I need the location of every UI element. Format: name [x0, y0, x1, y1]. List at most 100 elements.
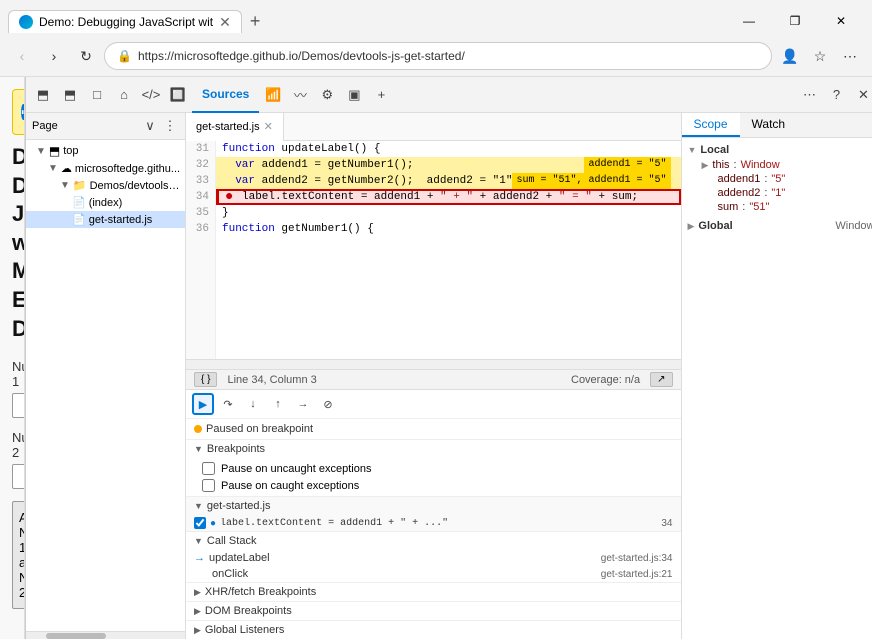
step-out-button[interactable]: ↑: [267, 393, 289, 415]
code-line-31[interactable]: function updateLabel() {: [216, 141, 681, 157]
refresh-button[interactable]: ↻: [72, 42, 100, 70]
sources-tab[interactable]: Sources: [192, 77, 259, 113]
favorites-button[interactable]: ☆: [806, 42, 834, 70]
pause-uncaught-row: Pause on uncaught exceptions: [202, 460, 665, 477]
console-tab[interactable]: </>: [138, 82, 164, 108]
devtools-toolbar: ⬒ ⬒ □ ⌂ </> 🔲 Sources 📶 〰 ⚙ ▣ + ⋯ ? ✕: [26, 77, 872, 113]
breakpoint-dot: ●: [225, 189, 233, 205]
local-header[interactable]: ▼ Local: [682, 142, 872, 158]
deactivate-button[interactable]: ⊘: [317, 393, 339, 415]
tree-more[interactable]: ⋮: [161, 117, 179, 135]
scope-addend2-val: "1": [771, 187, 785, 199]
tree-item-top[interactable]: ▼ ⬒ top: [26, 142, 185, 160]
code-line-33[interactable]: var addend2 = getNumber2(); addend2 = "1…: [216, 173, 681, 189]
tree-item-host[interactable]: ▼ ☁ microsoftedge.githu...: [26, 160, 185, 177]
code-line-35[interactable]: }: [216, 205, 681, 221]
global-label: Global Listeners: [205, 624, 285, 636]
tree-item-index[interactable]: 📄 (index): [26, 194, 185, 211]
back-button[interactable]: ‹: [8, 42, 36, 70]
scope-this-item: ▶ this : Window: [682, 158, 872, 172]
more-tools-button[interactable]: ⋯: [797, 82, 823, 108]
step-into-button[interactable]: ↓: [242, 393, 264, 415]
forward-button[interactable]: ›: [40, 42, 68, 70]
code-line-32[interactable]: var addend1 = getNumber1(); addend1 = "5…: [216, 157, 681, 173]
tree-collapse[interactable]: ∨: [141, 117, 159, 135]
call-file-1: get-started.js:21: [601, 569, 673, 580]
restore-button[interactable]: ❐: [772, 7, 818, 35]
scope-content: ▼ Local ▶ this : Window addend1 :: [682, 138, 872, 639]
tree-item-file[interactable]: 📄 get-started.js: [26, 211, 185, 228]
dom-arrow: ▶: [194, 606, 201, 617]
tree-item-folder[interactable]: ▼ 📁 Demos/devtools-...: [26, 177, 185, 194]
elements-tab[interactable]: □: [84, 82, 110, 108]
field2-input[interactable]: [12, 464, 25, 489]
xhr-header[interactable]: ▶ XHR/fetch Breakpoints: [186, 583, 681, 601]
layers-tab[interactable]: ▣: [341, 82, 367, 108]
bp-checkbox[interactable]: [194, 517, 206, 529]
callstack-section: ▼ Call Stack → updateLabel get-started.j…: [186, 531, 681, 582]
new-tab-button[interactable]: +: [242, 7, 269, 36]
code-debug-area: get-started.js ✕ 31 32 33 34 35 36: [186, 113, 681, 639]
coverage-toggle[interactable]: ↗: [650, 372, 672, 387]
global-arrow: ▶: [194, 625, 201, 636]
global-header[interactable]: ▶ Global Listeners: [186, 621, 681, 639]
address-bar[interactable]: 🔒 https://microsoftedge.github.io/Demos/…: [104, 42, 772, 70]
status-bar: { } Line 34, Column 3 Coverage: n/a ↗: [186, 369, 681, 389]
field1-input[interactable]: [12, 393, 25, 418]
callstack-item-1[interactable]: onClick get-started.js:21: [186, 566, 681, 582]
editor-tab-close[interactable]: ✕: [264, 120, 273, 133]
more-button[interactable]: ⋯: [836, 42, 864, 70]
performance-tab[interactable]: 〰: [287, 82, 313, 108]
bp-file-header[interactable]: ▼ get-started.js: [186, 497, 681, 515]
paused-status-text: Paused on breakpoint: [206, 423, 313, 435]
scope-tab-scope[interactable]: Scope: [682, 113, 740, 137]
code-scrollbar[interactable]: [186, 359, 681, 369]
callstack-header[interactable]: ▼ Call Stack: [186, 532, 681, 550]
inspect-button[interactable]: ⬒: [30, 82, 56, 108]
device-button[interactable]: ⬒: [57, 82, 83, 108]
bp-file-arrow: ▼: [194, 501, 203, 511]
scope-tab-watch[interactable]: Watch: [740, 113, 798, 137]
pause-status-dot: [194, 425, 202, 433]
call-fn-0: updateLabel: [209, 552, 597, 564]
wifi-icon[interactable]: 📶: [260, 82, 286, 108]
call-file-0: get-started.js:34: [601, 553, 673, 564]
home-tab[interactable]: ⌂: [111, 82, 137, 108]
bp-line-num: 34: [661, 518, 672, 529]
format-button[interactable]: { }: [194, 372, 217, 387]
pause-caught-row: Pause on caught exceptions: [202, 477, 665, 494]
step-button[interactable]: →: [292, 393, 314, 415]
resume-button[interactable]: ▶: [192, 393, 214, 415]
scope-addend1-val: "5": [771, 173, 785, 185]
scope-panel: Scope Watch ▼ Local ▶ this : Window: [681, 113, 872, 639]
breakpoints-header[interactable]: ▼ Breakpoints: [186, 440, 681, 458]
pause-uncaught-checkbox[interactable]: [202, 462, 215, 475]
scope-group-local: ▼ Local ▶ this : Window addend1 :: [682, 142, 872, 214]
step-over-button[interactable]: ↷: [217, 393, 239, 415]
pause-caught-checkbox[interactable]: [202, 479, 215, 492]
close-button[interactable]: ✕: [818, 7, 864, 35]
add-button[interactable]: Add Number 1 and Number 2: [12, 501, 25, 609]
line-num-32: 32: [192, 157, 209, 173]
scope-addend1-key: addend1: [718, 173, 761, 185]
profile-button[interactable]: 👤: [776, 42, 804, 70]
code-line-36[interactable]: function getNumber1() {: [216, 221, 681, 237]
tab-close-button[interactable]: ✕: [219, 15, 231, 29]
close-devtools-button[interactable]: ✕: [851, 82, 872, 108]
cursor-position: Line 34, Column 3: [227, 374, 316, 386]
callstack-item-0[interactable]: → updateLabel get-started.js:34: [186, 550, 681, 566]
line-num-36: 36: [192, 221, 209, 237]
minimize-button[interactable]: —: [726, 7, 772, 35]
editor-tab-file[interactable]: get-started.js ✕: [186, 113, 284, 141]
code-line-34[interactable]: ● label.textContent = addend1 + " + " + …: [216, 189, 681, 205]
help-button[interactable]: ?: [824, 82, 850, 108]
scope-addend1-item: addend1 : "5": [682, 172, 872, 186]
folder-icon: 📁: [73, 179, 87, 192]
nav-icons: 👤 ☆ ⋯: [776, 42, 864, 70]
network-tab[interactable]: 🔲: [165, 82, 191, 108]
scope-global-row[interactable]: ▶ Global Window: [682, 218, 872, 234]
dom-header[interactable]: ▶ DOM Breakpoints: [186, 602, 681, 620]
add-tab-button[interactable]: +: [368, 82, 394, 108]
active-tab[interactable]: Demo: Debugging JavaScript wit ✕: [8, 10, 242, 33]
settings-icon[interactable]: ⚙: [314, 82, 340, 108]
